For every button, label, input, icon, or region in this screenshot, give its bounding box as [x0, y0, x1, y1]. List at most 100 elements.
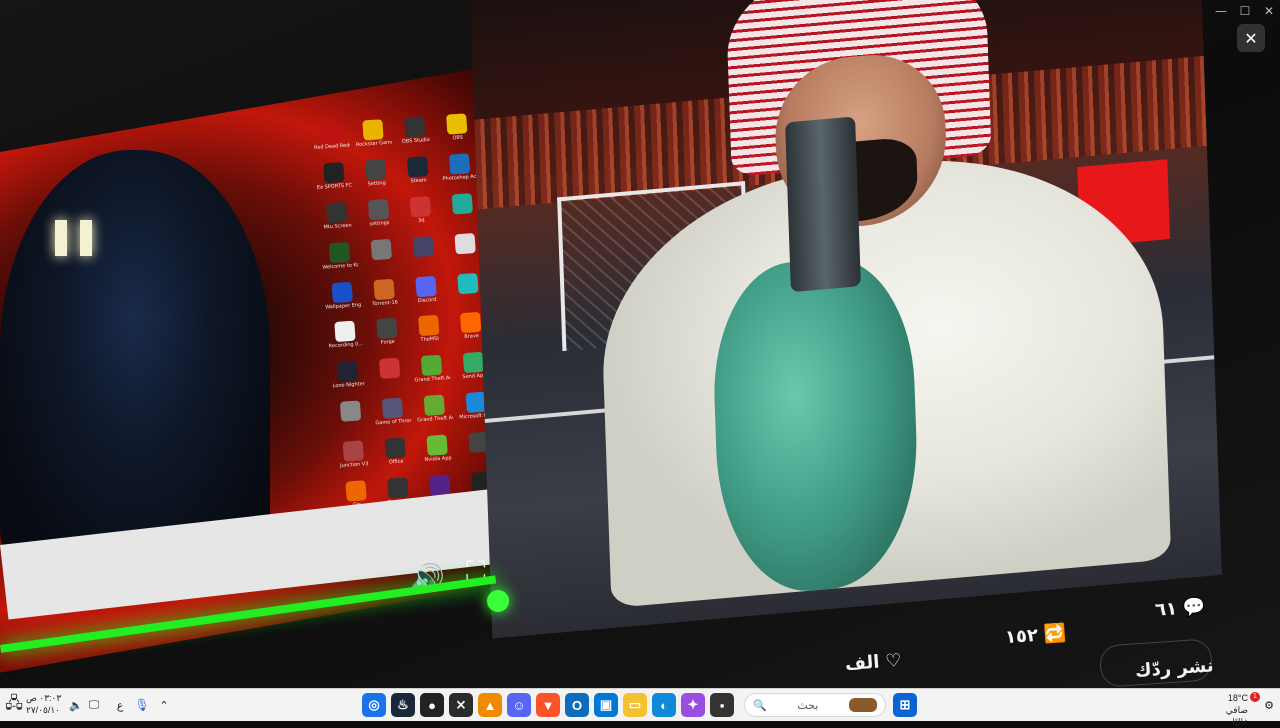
shortcut-icon [409, 195, 432, 218]
replies-count: ٦١ [1154, 598, 1178, 621]
outlook-icon[interactable]: O [565, 693, 589, 717]
microphone-icon[interactable]: 🎙 [134, 693, 150, 717]
brave-icon[interactable]: ▼ [536, 693, 560, 717]
shortcut-label: Torrent-16 [372, 299, 399, 307]
desktop-shortcut: Recording 0... [326, 321, 364, 359]
shortcut-icon [460, 312, 482, 334]
volume-slider-handle[interactable] [487, 590, 509, 612]
network-status-icon[interactable]: 🖧 [5, 693, 23, 717]
desktop-shortcut: Steam [399, 155, 437, 193]
vlc-icon[interactable]: ▲ [478, 693, 502, 717]
weather-temp: 18°C [1227, 693, 1248, 703]
shortcut-label: Recording 0... [328, 341, 364, 350]
shortcut-label [364, 259, 400, 262]
window-icon[interactable]: ▪ [710, 693, 734, 717]
desktop-shortcut [332, 400, 370, 438]
language-indicator[interactable]: ع [112, 693, 128, 717]
shortcut-label: OBS Studio [401, 136, 431, 145]
shortcut-icon [451, 192, 474, 215]
desktop-shortcut: Grand Theft Auto V Ent... [416, 394, 454, 432]
speaker-icon[interactable]: 🔈 [68, 693, 84, 717]
display-icon[interactable]: 🖵 [86, 693, 102, 717]
search-highlight-icon [848, 698, 877, 712]
media-icon[interactable]: ● [420, 693, 444, 717]
minimize-button[interactable]: — [1210, 3, 1232, 19]
desktop-shortcut: Lone Nighter [329, 360, 367, 398]
desktop-shortcut: TheMSI [410, 315, 448, 353]
shortcut-label: OBS [452, 134, 464, 142]
shortcut-label [445, 213, 481, 216]
shortcut-icon [404, 116, 426, 138]
desktop-shortcut: Game of Thrones... [374, 397, 412, 435]
search-icon: 🔍 [753, 699, 767, 712]
like-action[interactable]: الف ♡ [844, 650, 902, 675]
notification-badge[interactable]: 1 [1250, 692, 1260, 702]
folder-icon[interactable]: ▭ [623, 693, 647, 717]
shortcut-label: Grand Theft Auto V Ent... [417, 415, 454, 424]
desktop-shortcut: Wallpaper Engine [324, 281, 362, 319]
shortcut-icon [328, 241, 351, 263]
clock-date: ٢٧/٠٥/١٠ [26, 705, 61, 715]
reply-action[interactable]: ٦١ 💬 [1154, 596, 1206, 620]
desktop-shortcut: Grand Theft Auto V Ent... [413, 354, 451, 392]
shortcut-icon [331, 281, 353, 303]
clock[interactable]: ٠٣:٠٣ ص ٢٧/٠٥/١٠ [26, 692, 61, 716]
shortcut-icon [418, 315, 440, 337]
taskbar: 🖧 ٠٣:٠٣ ص ٢٧/٠٥/١٠ 🔈 🖵 ع 🎙 ⌃ ◎ ♨ ● ⨯ ▲ ☺ ▼ O ▣ ▭ ◐… [0, 688, 1280, 727]
taskbar-search[interactable]: 🔍 بحث [744, 693, 886, 717]
desktop-shortcut [371, 357, 409, 395]
settings-icon[interactable]: ⚙ [1262, 693, 1276, 717]
post-video[interactable] [470, 0, 1222, 639]
desktop-shortcut: Nvidia App [418, 434, 456, 472]
maximize-button[interactable]: ☐ [1234, 3, 1256, 19]
wallpaper-eye [80, 220, 92, 256]
desktop-shortcut: Red Dead Redempti... [312, 122, 350, 160]
shortcut-label: Setting [367, 179, 386, 188]
monitor-desktop-icons: Red Dead Redempti... Rockstar Games L... O… [312, 113, 499, 518]
desktop-shortcut: Office [377, 437, 415, 475]
shortcut-label: Rockstar Games L... [355, 139, 393, 149]
desktop-shortcut: Forge [368, 318, 406, 356]
shortcut-label [372, 378, 408, 381]
search-placeholder: بحث [797, 699, 819, 712]
desktop-shortcut: OBS Studio [396, 116, 434, 154]
start-button[interactable]: ⊞ [893, 693, 917, 717]
shortcut-icon [323, 161, 345, 184]
shortcut-icon [426, 434, 448, 457]
rifle [785, 116, 861, 293]
wallpaper-eye [55, 220, 67, 256]
clock-time: ٠٣:٠٣ ص [26, 693, 62, 703]
shortcut-icon [362, 119, 384, 141]
shortcut-icon [415, 275, 437, 297]
shortcut-label: Red Dead Redempti... [313, 142, 351, 151]
shortcut-label: TheMSI [420, 336, 440, 344]
overlay-close-button[interactable]: ✕ [1237, 24, 1265, 52]
shortcut-icon [406, 156, 429, 178]
shortcut-icon [337, 360, 359, 383]
repost-icon: 🔁 [1043, 622, 1068, 646]
shortcut-label [406, 256, 442, 259]
chrome-icon[interactable]: ◎ [362, 693, 386, 717]
reposts-count: ١٥٢ [1004, 624, 1039, 649]
weather-desc: صافي غالبًا [1225, 705, 1248, 727]
close-icon: ✕ [1244, 28, 1258, 48]
store-icon[interactable]: ▣ [594, 693, 618, 717]
shortcut-icon [448, 153, 471, 175]
shortcut-icon [384, 437, 406, 459]
edge-icon[interactable]: ◐ [652, 693, 676, 717]
terminal-icon[interactable]: ⨯ [449, 693, 473, 717]
discord-icon[interactable]: ☺ [507, 693, 531, 717]
steam-icon[interactable]: ♨ [391, 693, 415, 717]
shortcut-label: Mtu Screen [323, 222, 352, 231]
repost-action[interactable]: ١٥٢ 🔁 [1004, 623, 1067, 648]
copilot-icon[interactable]: ✦ [681, 693, 705, 717]
shortcut-icon [446, 113, 468, 135]
heart-icon: ♡ [884, 650, 903, 673]
window-close-button[interactable]: ✕ [1258, 3, 1280, 19]
weather-widget[interactable]: 18°C صافي غالبًا [1210, 692, 1248, 728]
desktop-shortcut: Ea SPORTS FC 25 [315, 161, 353, 199]
chevron-up-icon[interactable]: ⌃ [156, 693, 172, 717]
desktop-shortcut: Torrent-16 [365, 278, 403, 316]
shortcut-label: Welcome to Kontrol [322, 261, 359, 271]
shortcut-label: Lone Nighter [332, 381, 365, 390]
